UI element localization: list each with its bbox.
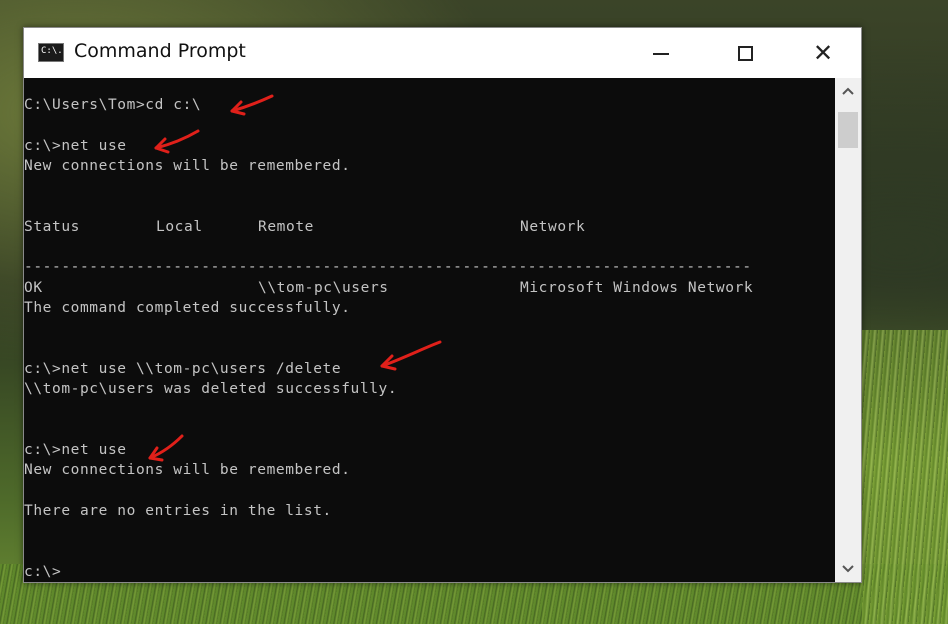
command-prompt-window: C:\. Command Prompt ✕ C:\Users\Tom>cd c:… [23,27,862,583]
chevron-up-icon [842,87,854,95]
close-icon: ✕ [812,39,834,67]
annotation-arrow-icon [230,94,274,116]
console-line: \\tom-pc\users was deleted successfully. [24,381,398,397]
table-header-row: Status Local Remote Network [24,219,835,239]
console-line: C:\Users\Tom>cd c:\ [24,97,202,113]
console-line: c:\>net use \\tom-pc\users /delete [24,361,342,377]
desktop-grass-right [862,330,948,624]
annotation-arrow-icon [154,129,200,154]
minimize-button[interactable] [626,28,696,78]
maximize-icon [737,45,753,61]
column-header-local: Local [156,219,203,235]
console-line: New connections will be remembered. [24,158,351,174]
column-header-remote: Remote [258,219,314,235]
title-bar[interactable]: C:\. Command Prompt ✕ [24,28,861,78]
annotation-arrow-icon [148,434,184,462]
scroll-thumb[interactable] [838,112,858,148]
cell-status: OK [24,280,43,296]
scroll-up-button[interactable] [835,80,861,102]
close-button[interactable]: ✕ [788,28,858,78]
console-output[interactable]: C:\Users\Tom>cd c:\ c:\>net use New conn… [24,78,835,582]
cell-network: Microsoft Windows Network [520,280,754,296]
column-header-network: Network [520,219,586,235]
cell-remote: \\tom-pc\users [258,280,389,296]
chevron-down-icon [842,565,854,573]
table-separator: ----------------------------------------… [24,259,752,275]
window-title: Command Prompt [74,40,246,62]
maximize-button[interactable] [710,28,780,78]
console-line: The command completed successfully. [24,300,351,316]
annotation-arrow-icon [380,340,442,371]
minimize-icon [653,53,669,55]
column-header-status: Status [24,219,80,235]
cmd-app-icon: C:\. [38,43,64,62]
table-row: OK \\tom-pc\users Microsoft Windows Netw… [24,280,835,300]
console-line: There are no entries in the list. [24,503,332,519]
vertical-scrollbar[interactable] [835,78,861,582]
console-line: c:\>net use [24,138,127,154]
console-line: c:\>net use [24,442,127,458]
scroll-down-button[interactable] [835,558,861,580]
console-prompt: c:\> [24,564,62,580]
